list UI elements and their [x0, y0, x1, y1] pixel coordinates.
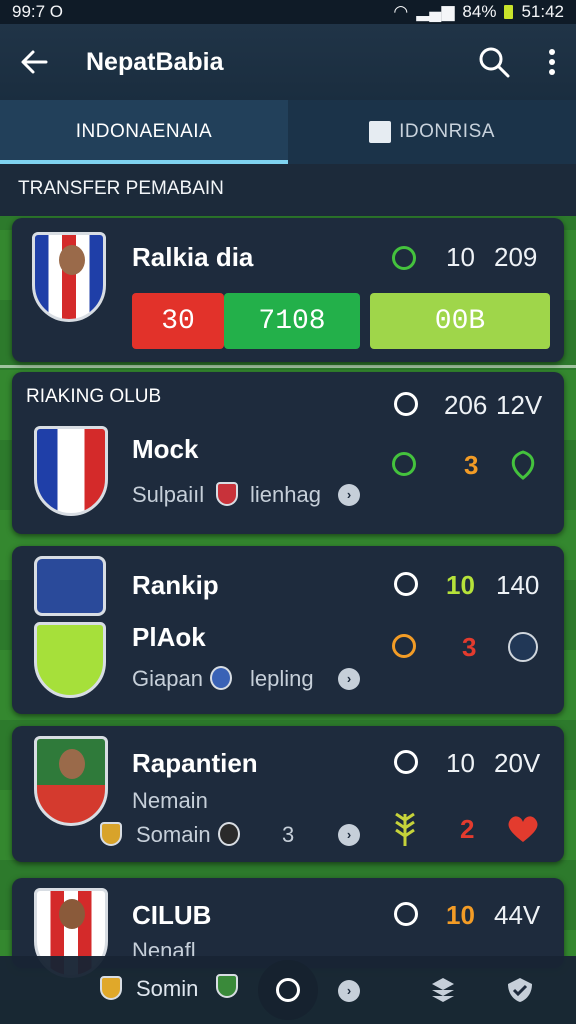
clock-icon [394, 572, 418, 596]
wheat-icon [395, 812, 415, 846]
clock-icon [394, 902, 418, 926]
status-clock: 51:42 [521, 2, 564, 21]
heart-icon[interactable] [506, 814, 540, 844]
leaf-icon [511, 450, 535, 480]
status-bar: 99:7 O ◠ ▂▄▆ 84% 51:42 [0, 0, 576, 24]
stat-b: 20V [494, 748, 541, 778]
club-crest [34, 556, 106, 616]
player-name: Rapantien [132, 748, 258, 778]
clock-icon [394, 750, 418, 774]
shield-check-icon[interactable] [506, 976, 534, 1004]
stat-a: 10 [446, 900, 475, 930]
club-num: 3 [462, 632, 477, 662]
ranking-header: RIAKING OLUB [26, 386, 162, 407]
club-sub-left: Giapan [132, 666, 203, 691]
club-crest-alt [34, 622, 106, 698]
section-title: TRANSFER PEMABAIN [0, 164, 576, 216]
search-icon[interactable] [478, 46, 510, 78]
tab-bar: INDONAENAIA IDONRISA [0, 100, 576, 164]
wifi-icon: ◠ [393, 2, 409, 21]
player-avatar [32, 232, 106, 322]
tab-idonrisa[interactable]: IDONRISA [288, 100, 576, 164]
stat-a: 10 [446, 748, 475, 778]
arrow-left-icon[interactable] [20, 48, 48, 76]
player-mid-num: 3 [282, 822, 295, 847]
club-card-rankip[interactable]: Rankip 10 140 PlAok 3 Giapan lepling › [12, 546, 564, 714]
score-lime-button[interactable]: 00B [370, 293, 550, 349]
check-icon [392, 246, 416, 270]
card-title: Rankip [132, 570, 219, 600]
club-mini-crest [210, 666, 232, 690]
club-sub-right: lepling [250, 666, 314, 691]
stat-a: 10 [446, 242, 475, 272]
home-circle-icon [276, 978, 300, 1002]
more-vert-icon[interactable] [548, 48, 556, 76]
tab-label: INDONAENAIA [75, 121, 213, 142]
club-sub-right: lienhag [250, 482, 321, 507]
header-stat-a: 206 [444, 390, 488, 420]
nav-crest-icon[interactable] [100, 976, 122, 1000]
stat-b: 140 [496, 570, 540, 600]
page-title: NepatBabia [86, 47, 224, 76]
club-num: 3 [464, 450, 479, 480]
club-crest [34, 426, 108, 516]
layers-icon[interactable] [430, 976, 456, 1004]
info-icon[interactable]: › [338, 824, 360, 846]
club-name: PlAok [132, 622, 206, 652]
player-num: 2 [460, 814, 475, 844]
player-sub: Nemain [132, 788, 208, 813]
stat-b: 44V [494, 900, 541, 930]
ranking-club-card[interactable]: RIAKING OLUB 206 12V Mock Sulpaiıl lienh… [12, 372, 564, 534]
clock-icon [394, 392, 418, 416]
info-icon[interactable]: › [338, 484, 360, 506]
home-button[interactable] [258, 960, 318, 1020]
check-icon [392, 452, 416, 476]
club-name: Mock [132, 434, 199, 464]
club-sub-left: Sulpaiıl [132, 482, 205, 507]
team-mini-crest-alt [218, 822, 240, 846]
pitch-line [0, 365, 576, 368]
info-icon[interactable]: › [338, 668, 360, 690]
tab-indonaenaia[interactable]: INDONAENAIA [0, 100, 288, 164]
nav-crest-icon-alt[interactable] [216, 974, 238, 998]
team-mini-crest [100, 822, 122, 846]
status-time: 99:7 O [12, 2, 64, 21]
club-card-cilub[interactable]: CILUB Nenafl 10 44V [12, 878, 564, 978]
status-icon [392, 634, 416, 658]
player-sub-left: Somain [136, 822, 211, 847]
stat-b: 209 [494, 242, 538, 272]
player-avatar [34, 736, 108, 826]
battery-text: 84% [462, 2, 497, 21]
flag-icon [369, 121, 392, 143]
player-card-rapantien[interactable]: Rapantien Nemain 10 20V Somain 3 › 2 [12, 726, 564, 862]
score-red-button[interactable]: 30 [132, 293, 224, 349]
player-name: Ralkia dia [132, 242, 254, 272]
battery-icon [504, 5, 514, 19]
app-bar: NepatBabia [0, 24, 576, 100]
club-mini-crest [216, 482, 238, 506]
info-icon[interactable]: › [338, 980, 360, 1002]
tab-label: IDONRISA [399, 121, 495, 142]
score-green-button[interactable]: 7108 [224, 293, 360, 349]
club-name: CILUB [132, 900, 212, 930]
header-stat-b: 12V [496, 390, 543, 420]
badge-icon [508, 632, 538, 662]
featured-player-card[interactable]: Ralkia dia 10 209 30 7108 00B [12, 218, 564, 362]
stat-a: 10 [446, 570, 475, 600]
nav-label: Somin [136, 976, 199, 1001]
signal-icon: ▂▄▆ [416, 2, 455, 21]
